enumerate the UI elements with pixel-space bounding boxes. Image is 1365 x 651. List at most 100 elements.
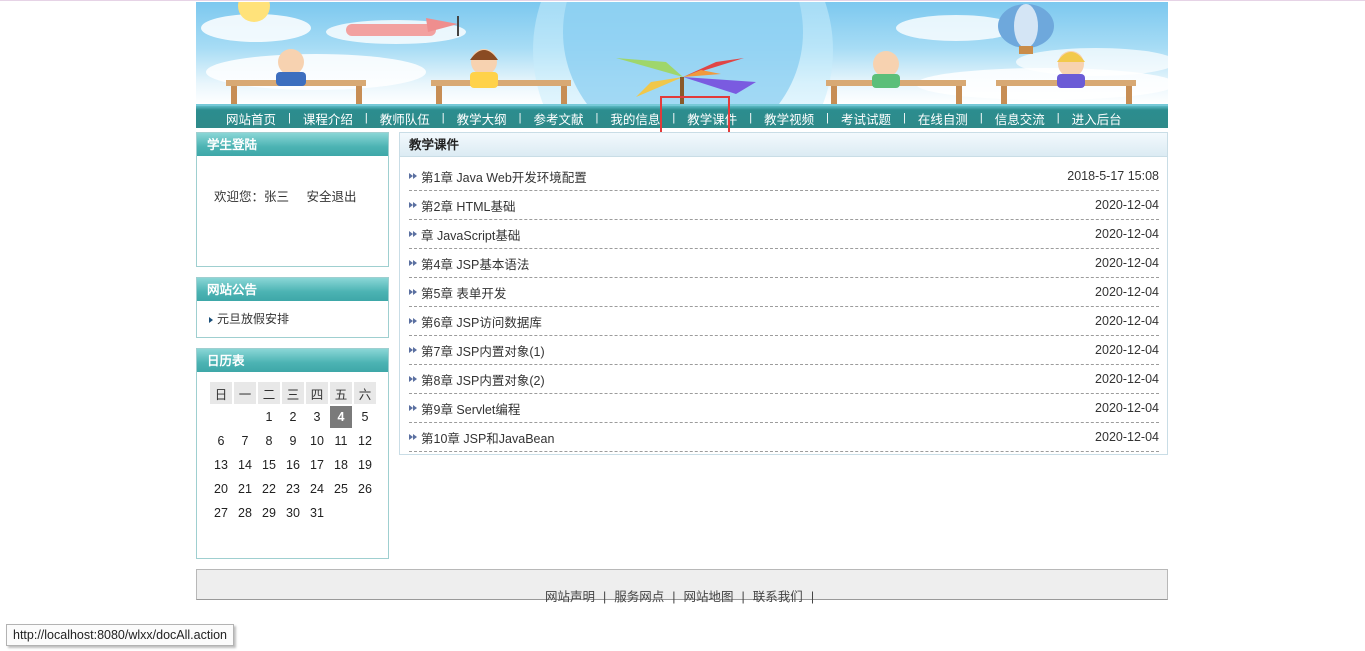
courseware-date: 2020-12-04 [1095,227,1159,241]
list-item[interactable]: 第9章 Servlet编程 2020-12-04 [409,394,1159,423]
calendar-day[interactable]: 26 [354,478,376,500]
login-panel-title: 学生登陆 [197,133,388,156]
header-banner [196,2,1168,104]
nav-item-admin[interactable]: 进入后台 [1060,109,1134,128]
double-arrow-icon [409,230,419,238]
nav-item-videos[interactable]: 教学视频 [752,109,826,128]
footer-separator: | [672,590,676,604]
calendar-day[interactable]: 25 [330,478,352,500]
list-item[interactable]: 第10章 JSP和JavaBean 2020-12-04 [409,423,1159,452]
list-item[interactable]: 第2章 HTML基础 2020-12-04 [409,191,1159,220]
weekday-header: 四 [306,382,328,404]
courseware-title[interactable]: 章 JavaScript基础 [421,225,520,244]
calendar-day[interactable]: 23 [282,478,304,500]
footer-link-service[interactable]: 服务网点 [614,590,664,604]
list-item[interactable]: 章 JavaScript基础 2020-12-04 [409,220,1159,249]
calendar-day[interactable]: 5 [354,406,376,428]
courseware-panel: 教学课件 第1章 Java Web开发环境配置 2018-5-17 15:08 第… [399,132,1168,455]
courseware-date: 2020-12-04 [1095,430,1159,444]
list-item[interactable]: 第1章 Java Web开发环境配置 2018-5-17 15:08 [409,162,1159,191]
weekday-header: 日 [210,382,232,404]
calendar-week-row: 20 21 22 23 24 25 26 [210,478,376,500]
top-border-line [0,0,1365,1]
calendar-week-row: 13 14 15 16 17 18 19 [210,454,376,476]
footer-links: 网站声明 | 服务网点 | 网站地图 | 联系我们 | [545,586,822,605]
calendar-day[interactable]: 28 [234,502,256,524]
calendar-day[interactable]: 21 [234,478,256,500]
calendar-day[interactable]: 1 [258,406,280,428]
calendar-day[interactable]: 24 [306,478,328,500]
list-item[interactable]: 第8章 JSP内置对象(2) 2020-12-04 [409,365,1159,394]
calendar-day[interactable]: 8 [258,430,280,452]
notice-item-label: 元旦放假安排 [217,312,290,326]
page-footer: 网站声明 | 服务网点 | 网站地图 | 联系我们 | [196,569,1168,604]
calendar-weekday-row: 日 一 二 三 四 五 六 [210,382,376,404]
calendar-day[interactable]: 13 [210,454,232,476]
list-item[interactable]: 第7章 JSP内置对象(1) 2020-12-04 [409,336,1159,365]
courseware-title[interactable]: 第10章 JSP和JavaBean [421,428,554,447]
courseware-date: 2020-12-04 [1095,256,1159,270]
calendar-day[interactable]: 10 [306,430,328,452]
calendar-day[interactable]: 2 [282,406,304,428]
courseware-title[interactable]: 第8章 JSP内置对象(2) [421,370,545,389]
calendar-day[interactable]: 12 [354,430,376,452]
calendar-day[interactable]: 29 [258,502,280,524]
courseware-title[interactable]: 第5章 表单开发 [421,283,506,302]
footer-link-contact[interactable]: 联系我们 [753,590,803,604]
calendar-day[interactable]: 19 [354,454,376,476]
courseware-title[interactable]: 第9章 Servlet编程 [421,399,520,418]
nav-item-self-test[interactable]: 在线自测 [906,109,980,128]
double-arrow-icon [409,201,419,209]
calendar-day[interactable]: 3 [306,406,328,428]
login-panel-body: 欢迎您：张三 安全退出 [197,156,388,205]
calendar-day[interactable]: 14 [234,454,256,476]
calendar-day[interactable]: 27 [210,502,232,524]
weekday-header: 五 [330,382,352,404]
logout-link[interactable]: 安全退出 [307,190,357,204]
calendar-day[interactable]: 22 [258,478,280,500]
calendar-day[interactable]: 6 [210,430,232,452]
calendar-day[interactable]: 20 [210,478,232,500]
calendar-day[interactable]: 30 [282,502,304,524]
courseware-title[interactable]: 第7章 JSP内置对象(1) [421,341,545,360]
list-item[interactable]: 第5章 表单开发 2020-12-04 [409,278,1159,307]
courseware-date: 2020-12-04 [1095,198,1159,212]
welcome-text: 欢迎您：张三 [214,190,290,204]
calendar-day[interactable]: 31 [306,502,328,524]
courseware-title[interactable]: 第4章 JSP基本语法 [421,254,529,273]
nav-item-references[interactable]: 参考文献 [522,109,596,128]
courseware-title[interactable]: 第6章 JSP访问数据库 [421,312,542,331]
notice-item[interactable]: 元旦放假安排 [197,301,388,327]
nav-item-syllabus[interactable]: 教学大纲 [445,109,519,128]
calendar-day[interactable]: 18 [330,454,352,476]
list-item[interactable]: 第6章 JSP访问数据库 2020-12-04 [409,307,1159,336]
nav-item-exchange[interactable]: 信息交流 [983,109,1057,128]
nav-item-exams[interactable]: 考试试题 [829,109,903,128]
nav-item-teachers[interactable]: 教师队伍 [368,109,442,128]
list-item[interactable]: 第4章 JSP基本语法 2020-12-04 [409,249,1159,278]
double-arrow-icon [409,346,419,354]
nav-item-course-intro[interactable]: 课程介绍 [291,109,365,128]
calendar-day[interactable]: 7 [234,430,256,452]
calendar-day-today[interactable]: 4 [330,406,352,428]
calendar-day[interactable]: 11 [330,430,352,452]
calendar-day[interactable]: 9 [282,430,304,452]
notice-panel-title: 网站公告 [197,278,388,301]
courseware-panel-title: 教学课件 [400,133,1167,157]
weekday-header: 一 [234,382,256,404]
double-arrow-icon [409,375,419,383]
calendar-day[interactable]: 16 [282,454,304,476]
footer-link-sitemap[interactable]: 网站地图 [684,590,734,604]
calendar-day[interactable]: 17 [306,454,328,476]
status-bar-url: http://localhost:8080/wlxx/docAll.action [6,624,235,646]
nav-item-home[interactable]: 网站首页 [214,109,288,128]
calendar-week-row: 27 28 29 30 31 [210,502,376,524]
courseware-title[interactable]: 第1章 Java Web开发环境配置 [421,167,587,186]
bullet-arrow-icon [209,316,213,323]
courseware-date: 2020-12-04 [1095,314,1159,328]
courseware-title[interactable]: 第2章 HTML基础 [421,196,515,215]
calendar-day[interactable]: 15 [258,454,280,476]
login-panel: 学生登陆 欢迎您：张三 安全退出 [196,132,389,267]
double-arrow-icon [409,172,419,180]
footer-link-statement[interactable]: 网站声明 [545,590,595,604]
